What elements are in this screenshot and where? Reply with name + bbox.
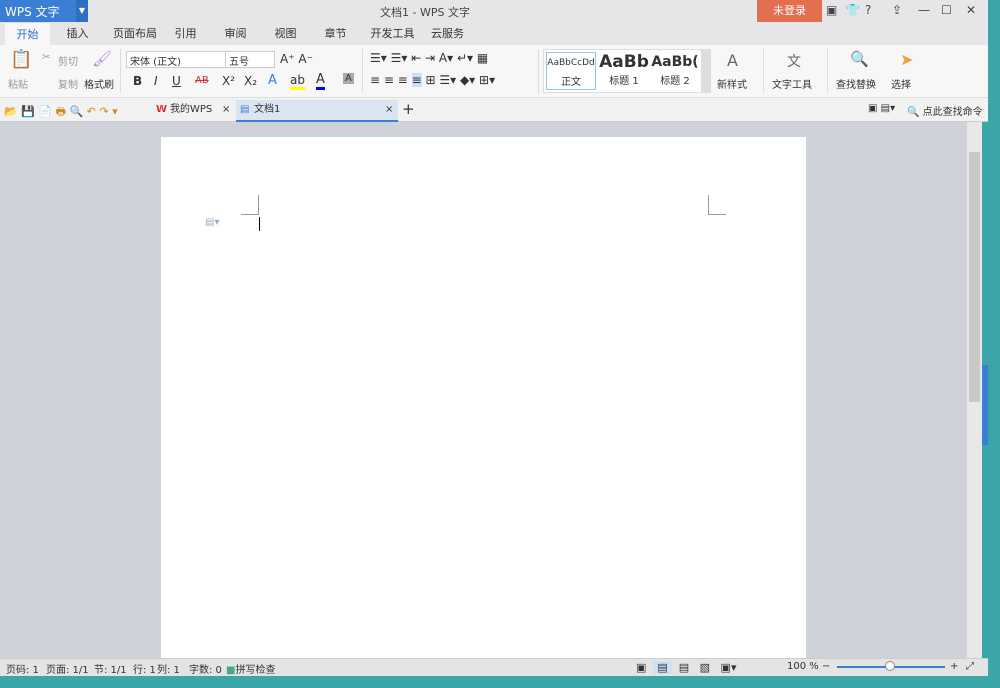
- menu-tabs: 开始 插入 页面布局 引用 审阅 视图 章节 开发工具 云服务: [0, 22, 988, 45]
- zoom-level[interactable]: 100 %: [787, 661, 819, 672]
- style-heading2[interactable]: AaBb(标题 2: [650, 52, 700, 90]
- skin-icon[interactable]: ▣: [826, 3, 837, 17]
- font-size-select[interactable]: 五号: [225, 51, 275, 68]
- app-menu-button[interactable]: WPS 文字 ▼: [0, 0, 88, 22]
- app-name: WPS 文字: [5, 5, 60, 19]
- tab-insert[interactable]: 插入: [60, 22, 95, 45]
- superscript-button[interactable]: X²: [222, 74, 235, 88]
- view-mode-icons[interactable]: ▣ ▤ ▤ ▧ ▣▾: [636, 661, 736, 674]
- title-bar: [0, 0, 988, 22]
- help-button[interactable]: ?: [865, 3, 871, 17]
- zoom-out-button[interactable]: −: [822, 661, 830, 672]
- quick-access-bar: 📂 💾 📄 🖶 🔍 ↶ ↷ ▾ W 我的WPS × ▤ 文档1 × + ▣ ▤▾ 🔍 点…: [0, 98, 988, 122]
- status-pages: 页面: 1/1: [46, 665, 89, 676]
- doc-tab-doc1[interactable]: ▤ 文档1 ×: [236, 100, 398, 122]
- extra-icons[interactable]: ▣ ▤▾: [868, 103, 895, 114]
- shirt-icon[interactable]: 👕: [845, 3, 860, 17]
- tab-cloud[interactable]: 云服务: [425, 22, 470, 45]
- text-tools-button[interactable]: 文字工具: [772, 76, 812, 91]
- side-panel-toggle[interactable]: [982, 365, 988, 445]
- copy-button[interactable]: 复制: [58, 76, 78, 91]
- upload-icon[interactable]: ⇪: [892, 3, 902, 17]
- font-color-icon[interactable]: A: [316, 72, 325, 90]
- margin-mark: [708, 195, 726, 215]
- paste-button[interactable]: 粘贴: [8, 76, 28, 91]
- tab-layout[interactable]: 页面布局: [105, 22, 165, 45]
- search-command-label: 点此查找命令: [922, 107, 983, 118]
- find-replace-button[interactable]: 查找替换: [836, 76, 876, 91]
- close-tab-icon[interactable]: ×: [222, 100, 230, 120]
- scrollbar-thumb[interactable]: [969, 152, 980, 402]
- text-cursor: [259, 217, 260, 231]
- text-effect-icon[interactable]: A: [268, 73, 277, 88]
- style-gallery-scroll[interactable]: [701, 50, 711, 92]
- paragraph-layout-icon[interactable]: ▤▾: [205, 217, 219, 228]
- subscript-button[interactable]: X₂: [244, 74, 257, 88]
- zoom-in-button[interactable]: +: [950, 661, 958, 672]
- wps-logo-icon: W: [156, 104, 168, 115]
- cut-button[interactable]: 剪切: [58, 53, 78, 68]
- document-icon: ▤: [240, 104, 250, 115]
- close-button[interactable]: ✕: [966, 3, 976, 17]
- spell-check-label: 拼写检查: [235, 665, 276, 676]
- align-icons[interactable]: ≡ ≡ ≡ ≡ ⊞ ☰▾ ◆▾ ⊞▾: [370, 73, 495, 87]
- margin-mark: [241, 195, 259, 215]
- document-page[interactable]: ▤▾: [161, 137, 806, 658]
- doc-tab-label: 我的WPS: [170, 104, 213, 115]
- tab-view[interactable]: 视图: [268, 22, 303, 45]
- tab-chapter[interactable]: 章节: [318, 22, 353, 45]
- status-section: 节: 1/1: [94, 665, 127, 676]
- status-page: 页码: 1: [6, 665, 39, 676]
- doc-tab-mywps[interactable]: W 我的WPS ×: [152, 100, 234, 122]
- find-replace-icon: 🔍: [850, 50, 869, 68]
- paste-icon[interactable]: 📋: [10, 49, 32, 70]
- doc-tab-label: 文档1: [254, 104, 281, 115]
- tab-developer[interactable]: 开发工具: [365, 22, 420, 45]
- cut-icon: ✂: [42, 52, 51, 63]
- strikethrough-button[interactable]: AB: [195, 75, 209, 86]
- char-shading-icon[interactable]: A: [343, 73, 354, 84]
- new-style-button[interactable]: 新样式: [717, 76, 747, 91]
- window-title: 文档1 - WPS 文字: [380, 6, 470, 19]
- text-tools-icon: 文: [787, 54, 801, 70]
- underline-button[interactable]: U: [172, 74, 181, 88]
- chevron-down-icon[interactable]: ▼: [76, 0, 88, 22]
- search-command[interactable]: 🔍 点此查找命令: [907, 103, 983, 118]
- spell-check-button[interactable]: ■拼写检查: [226, 661, 275, 676]
- quick-tools-icons[interactable]: 📂 💾 📄 🖶 🔍 ↶ ↷ ▾: [4, 103, 118, 122]
- style-normal[interactable]: AaBbCcDd 正文: [546, 52, 596, 90]
- new-style-icon: A: [727, 51, 738, 70]
- tab-references[interactable]: 引用: [168, 22, 203, 45]
- status-words[interactable]: 字数: 0: [189, 661, 222, 676]
- minimize-button[interactable]: —: [918, 3, 930, 17]
- italic-button[interactable]: I: [154, 74, 158, 88]
- tab-start[interactable]: 开始: [5, 22, 50, 45]
- format-painter-button[interactable]: 格式刷: [84, 76, 114, 91]
- close-tab-icon[interactable]: ×: [385, 100, 393, 120]
- login-button[interactable]: 未登录: [757, 0, 822, 22]
- ribbon: 📋 粘贴 ✂ 剪切 复制 🖌 格式刷 宋体 (正文) 五号 A⁺ A⁻ B I …: [0, 45, 988, 98]
- maximize-button[interactable]: ☐: [941, 3, 952, 17]
- select-cursor-icon: ➤: [900, 50, 914, 69]
- zoom-slider-knob[interactable]: [885, 661, 895, 671]
- style-gallery: AaBbCcDd 正文 AaBb 标题 1 AaBb(标题 2: [543, 49, 711, 93]
- status-col: 列: 1: [157, 665, 180, 676]
- bold-button[interactable]: B: [133, 74, 142, 88]
- select-button[interactable]: 选择: [891, 76, 911, 91]
- highlight-icon[interactable]: ab: [290, 73, 305, 90]
- style-heading1[interactable]: AaBb 标题 1: [598, 52, 650, 90]
- format-painter-icon: 🖌: [92, 49, 113, 68]
- fullscreen-icon[interactable]: ⤢: [966, 661, 974, 672]
- list-icons[interactable]: ☰▾ ☰▾ ⇤ ⇥ A▾ ↵▾ ▦: [370, 51, 488, 65]
- tab-review[interactable]: 审阅: [218, 22, 253, 45]
- font-select[interactable]: 宋体 (正文): [126, 51, 226, 68]
- new-tab-button[interactable]: +: [402, 100, 415, 118]
- grow-font-icon[interactable]: A⁺ A⁻: [280, 52, 313, 66]
- status-row: 行: 1: [133, 665, 156, 676]
